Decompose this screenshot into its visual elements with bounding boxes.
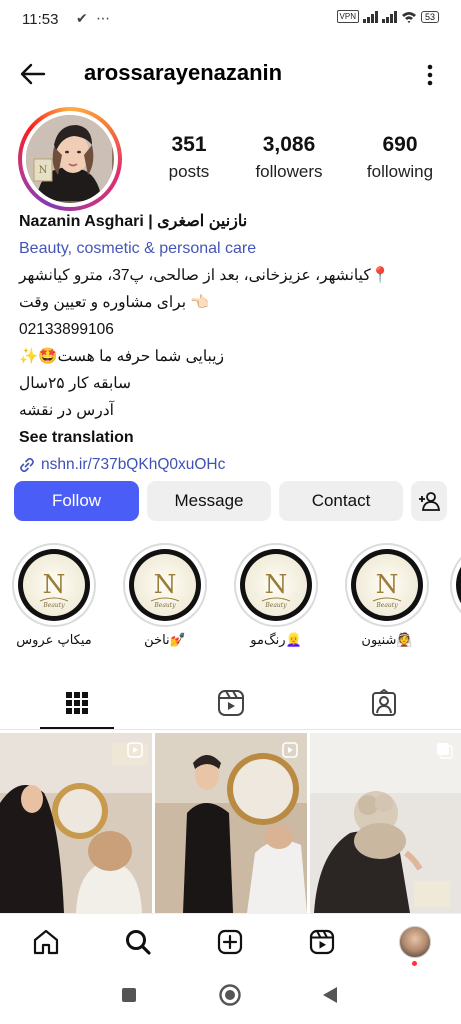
stat-posts[interactable]: 351 posts — [150, 133, 228, 182]
profile-avatar-ring[interactable]: N — [18, 107, 122, 211]
highlight-label: رنگ‌مو👱‍♀️ — [250, 633, 302, 648]
suggested-users-button[interactable] — [411, 481, 447, 521]
salon-logo-icon: N Beauty — [356, 554, 418, 616]
bio-line-map: آدرس در نقشه — [19, 402, 114, 419]
status-bar: 11:53 ✔ ⋯ VPN 53 — [0, 0, 461, 40]
notification-dot — [412, 961, 417, 966]
profile-avatar: N — [26, 115, 114, 203]
follow-button[interactable]: Follow — [14, 481, 139, 521]
home-icon[interactable] — [32, 928, 60, 956]
status-right-icons: VPN 53 — [336, 10, 439, 23]
link-icon — [20, 457, 34, 472]
system-back-icon[interactable] — [321, 986, 339, 1004]
back-arrow-icon[interactable] — [20, 62, 46, 86]
svg-text:Beauty: Beauty — [264, 602, 287, 609]
profile-display-name: Nazanin Asghari | نازنین اصغری — [19, 213, 248, 230]
highlight-item[interactable]: N Beauty میکاپ عروس — [10, 543, 98, 648]
highlight-item[interactable]: N Beauty ناخن💅 — [121, 543, 209, 648]
salon-logo-icon: N Beauty — [134, 554, 196, 616]
vpn-icon: VPN — [336, 10, 359, 23]
status-time: 11:53 — [22, 11, 59, 28]
profile-avatar[interactable] — [399, 926, 431, 958]
highlight-item-partial[interactable] — [448, 543, 461, 627]
reels-icon[interactable] — [216, 688, 246, 718]
contact-button[interactable]: Contact — [279, 481, 403, 521]
stat-followers[interactable]: 3,086 followers — [228, 133, 350, 182]
system-navigation-bar — [0, 971, 461, 1024]
following-label: following — [366, 162, 434, 181]
profile-username: arossarayenazanin — [84, 60, 283, 85]
bio-external-link[interactable]: nshn.ir/737bQKhQ0xuOHc — [19, 451, 444, 478]
salon-logo-icon: N Beauty — [245, 554, 307, 616]
stat-following[interactable]: 690 following — [350, 133, 450, 182]
followers-count: 3,086 — [262, 133, 316, 156]
following-count: 690 — [382, 133, 418, 156]
reel-badge-icon — [282, 742, 298, 758]
svg-text:N: N — [39, 165, 48, 176]
more-vertical-icon[interactable] — [427, 64, 433, 86]
tagged-icon[interactable] — [369, 688, 399, 718]
profile-action-buttons: Follow Message Contact — [14, 481, 447, 521]
svg-text:Beauty: Beauty — [375, 602, 398, 609]
bottom-navigation — [0, 913, 461, 971]
reels-nav-icon[interactable] — [308, 928, 336, 956]
wifi-icon — [401, 11, 416, 23]
story-highlights: N Beauty میکاپ عروس N Beauty ناخن💅 N Beauty… — [10, 543, 461, 663]
highlight-label: شنیون👰 — [361, 633, 413, 648]
posts-count: 351 — [171, 133, 207, 156]
search-icon[interactable] — [124, 928, 152, 956]
bio-line-phone: 02133899106 — [19, 321, 114, 338]
multi-post-icon — [437, 743, 453, 759]
posts-grid — [0, 733, 461, 913]
svg-text:Beauty: Beauty — [153, 602, 176, 609]
highlight-label: میکاپ عروس — [16, 633, 92, 648]
bio-line-address: کیانشهر، عزیزخانی، بعد از صالحی، پ37، مت… — [19, 267, 391, 284]
recents-icon[interactable] — [121, 987, 137, 1003]
profile-stats: 351 posts 3,086 followers 690 following — [150, 133, 450, 182]
reel-badge-icon — [127, 742, 143, 758]
post-thumbnail[interactable] — [0, 733, 152, 913]
posts-label: posts — [168, 162, 210, 181]
system-home-icon[interactable] — [219, 984, 241, 1006]
bio-line-experience: سابقه کار ۲۵سال — [19, 375, 132, 392]
profile-bio: Nazanin Asghari | نازنین اصغری Beauty, c… — [19, 208, 444, 478]
post-thumbnail[interactable] — [310, 733, 461, 913]
bio-link-text: nshn.ir/737bQKhQ0xuOHc — [41, 456, 226, 473]
battery-icon: 53 — [420, 10, 439, 23]
svg-text:Beauty: Beauty — [42, 602, 65, 609]
highlight-item[interactable]: N Beauty رنگ‌مو👱‍♀️ — [232, 543, 320, 648]
post-thumbnail[interactable] — [155, 733, 307, 913]
see-translation-link[interactable]: See translation — [19, 424, 444, 451]
create-icon[interactable] — [216, 928, 244, 956]
status-notification-icons: ✔ ⋯ — [76, 11, 113, 27]
signal-icon-2 — [381, 10, 397, 23]
svg-text:N: N — [43, 570, 66, 600]
highlight-label: ناخن💅 — [144, 633, 186, 648]
svg-text:N: N — [376, 570, 399, 600]
highlight-item[interactable]: N Beauty شنیون👰 — [343, 543, 431, 648]
svg-text:N: N — [154, 570, 177, 600]
message-button[interactable]: Message — [147, 481, 271, 521]
followers-label: followers — [255, 162, 323, 181]
bio-line-slogan: ✨🤩زیبایی شما حرفه ما هست — [19, 348, 225, 365]
grid-icon[interactable] — [62, 688, 92, 718]
profile-content-tabs — [0, 680, 461, 730]
signal-icon — [362, 10, 378, 23]
salon-logo-icon: N Beauty — [23, 554, 85, 616]
bio-line-consult: برای مشاوره و تعیین وقت 👈🏻 — [19, 294, 210, 311]
svg-text:N: N — [265, 570, 288, 600]
profile-category: Beauty, cosmetic & personal care — [19, 240, 257, 257]
add-person-icon — [419, 492, 440, 511]
profile-header: arossarayenazanin — [0, 52, 461, 96]
